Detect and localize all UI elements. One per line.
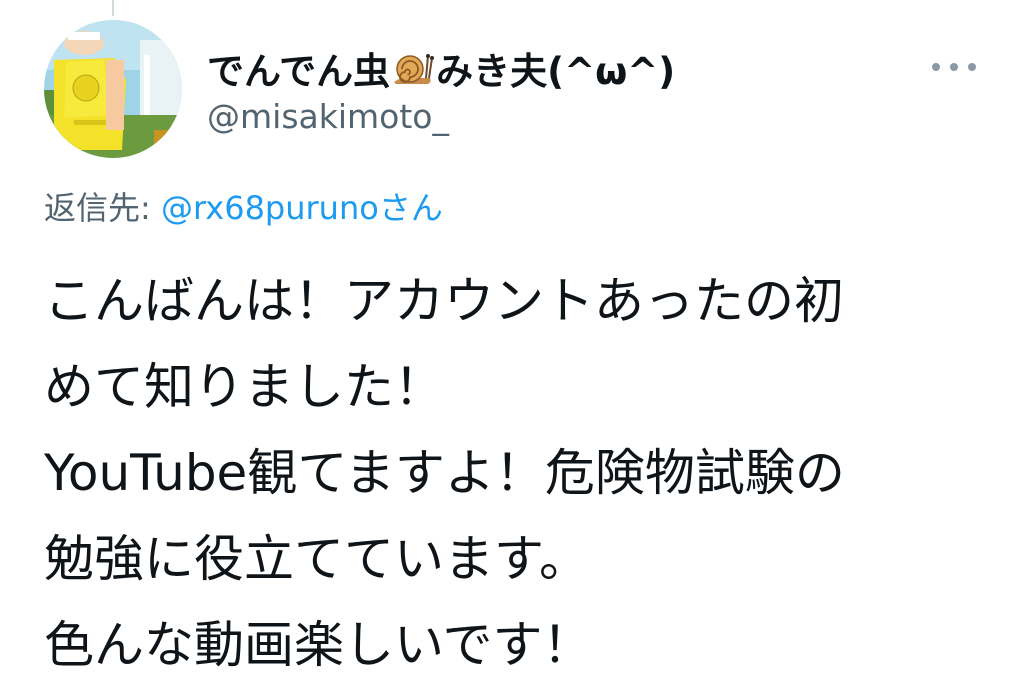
author-avatar[interactable] [44, 20, 182, 158]
more-icon [968, 63, 976, 71]
author-name-row[interactable]: でんでん虫 みき夫(^ω^) [207, 44, 676, 93]
reply-mention-link[interactable]: @rx68puruno [161, 189, 379, 227]
more-icon [932, 63, 940, 71]
tweet-line: YouTube観てますよ！危険物試験の [44, 444, 845, 502]
author-handle[interactable]: @misakimoto_ [207, 97, 449, 136]
avatar-image [44, 20, 182, 158]
thread-connector-line [112, 0, 114, 16]
more-icon [950, 63, 958, 71]
tweet-line: こんばんは！アカウントあったの初 [44, 272, 844, 330]
tweet-line: めて知りました！ [44, 358, 444, 416]
reply-suffix: さん [378, 189, 443, 227]
tweet-text: こんばんは！アカウントあったの初 めて知りました！ YouTube観てますよ！危… [44, 258, 1004, 688]
display-name-part1: でんでん虫 [207, 50, 391, 93]
display-name-part2: みき夫(^ω^) [436, 50, 676, 93]
more-options-button[interactable] [928, 52, 980, 82]
tweet-line: 勉強に役立てています。 [44, 530, 589, 588]
tweet-line: 色んな動画楽しいです！ [44, 616, 593, 674]
reply-label: 返信先: [44, 189, 161, 227]
replying-to: 返信先: @rx68purunoさん [44, 183, 443, 229]
snail-icon [392, 48, 435, 88]
